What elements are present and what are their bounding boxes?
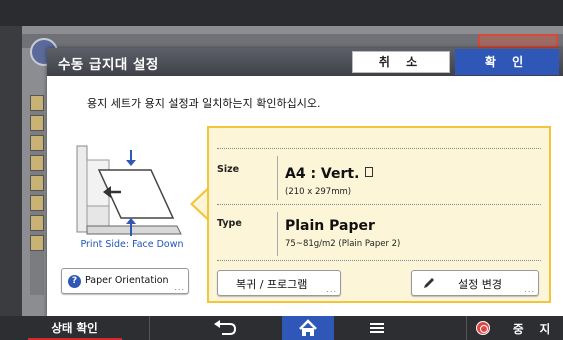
dialog-title: 수동 급지대 설정: [58, 57, 159, 73]
paper-info-panel: Size A4 : Vert. (210 x 297mm) Type Plain…: [207, 126, 551, 303]
more-indicator: ...: [174, 283, 185, 292]
home-icon: [299, 319, 317, 336]
home-button[interactable]: [282, 316, 334, 340]
system-bar: 상태 확인 중 지: [0, 316, 563, 340]
panel-pointer-fill: [193, 190, 208, 218]
dialog-header: 수동 급지대 설정 취 소 확 인: [47, 48, 563, 76]
size-value: A4 : Vert.: [285, 166, 374, 182]
back-icon[interactable]: [210, 320, 240, 336]
change-setting-label: 설정 변경: [458, 278, 502, 291]
instruction-message: 용지 세트가 용지 설정과 일치하는지 확인하십시오.: [87, 97, 321, 110]
bypass-tray-settings-dialog: 수동 급지대 설정 취 소 확 인 용지 세트가 용지 설정과 일치하는지 확인…: [47, 48, 563, 316]
divider: [217, 204, 541, 205]
paper-tray-illustration: [76, 145, 182, 236]
divider: [217, 260, 541, 261]
document-icon: [365, 167, 374, 177]
top-strip: [0, 0, 563, 26]
type-value: Plain Paper: [285, 218, 375, 234]
type-detail: 75~81g/m2 (Plain Paper 2): [285, 239, 401, 249]
stop-label: 중 지: [513, 322, 557, 336]
cancel-button[interactable]: 취 소: [352, 51, 450, 73]
status-check-button[interactable]: 상태 확인: [0, 316, 150, 340]
size-detail: (210 x 297mm): [285, 187, 352, 197]
paper-orientation-button[interactable]: ? Paper Orientation ...: [61, 268, 189, 294]
ok-button[interactable]: 확 인: [455, 49, 559, 75]
change-setting-button[interactable]: 설정 변경 ...: [411, 270, 539, 296]
column-divider: [277, 212, 278, 256]
menu-icon[interactable]: [370, 323, 384, 333]
more-indicator: ...: [326, 285, 337, 294]
restore-program-button[interactable]: 복귀 / 프로그램 ...: [217, 270, 341, 296]
pencil-icon: [424, 278, 434, 288]
divider: [217, 148, 541, 149]
type-label: Type: [217, 218, 242, 229]
more-indicator: ...: [524, 285, 535, 294]
stop-icon: [476, 321, 490, 335]
help-icon: ?: [68, 275, 81, 288]
background-tray-list: [30, 95, 44, 295]
size-label: Size: [217, 164, 240, 175]
background-button: [478, 34, 558, 48]
column-divider: [277, 156, 278, 200]
paper-orientation-label: Paper Orientation: [85, 275, 169, 286]
print-side-label: Print Side: Face Down: [80, 239, 184, 250]
restore-program-label: 복귀 / 프로그램: [236, 278, 308, 291]
stop-button[interactable]: 중 지: [466, 316, 563, 340]
